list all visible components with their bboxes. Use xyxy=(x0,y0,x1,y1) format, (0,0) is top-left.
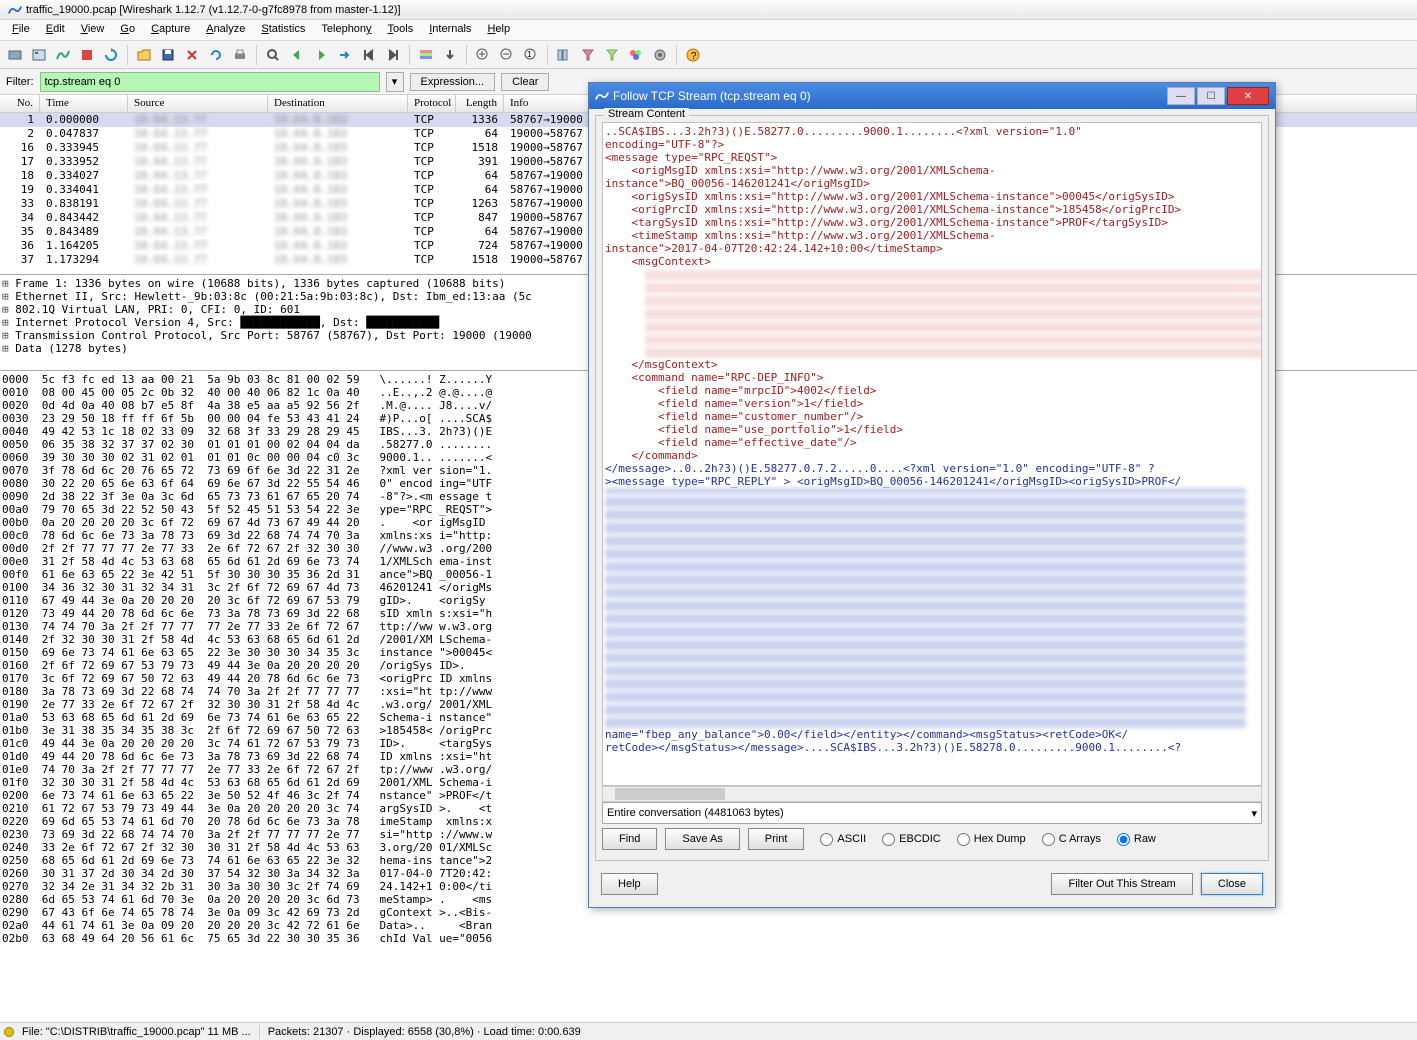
request-text: ..SCA$IBS...3.2h?3)()E.58277.0.........9… xyxy=(605,125,1259,268)
help-button[interactable]: Help xyxy=(601,873,658,895)
window-titlebar: traffic_19000.pcap [Wireshark 1.12.7 (v1… xyxy=(0,0,1417,20)
stream-content-group: Stream Content ..SCA$IBS...3.2h?3)()E.58… xyxy=(595,115,1269,861)
zoom-out-icon[interactable] xyxy=(496,44,518,66)
goto-packet-icon[interactable] xyxy=(334,44,356,66)
zoom-reset-icon[interactable]: 1 xyxy=(520,44,542,66)
find-button[interactable]: Find xyxy=(602,828,657,850)
col-length[interactable]: Length xyxy=(456,95,504,112)
filter-label: Filter: xyxy=(6,76,34,88)
svg-text:1: 1 xyxy=(527,50,532,59)
col-no[interactable]: No. xyxy=(0,95,40,112)
restart-capture-icon[interactable] xyxy=(100,44,122,66)
main-toolbar: 1 ? xyxy=(0,41,1417,69)
col-protocol[interactable]: Protocol xyxy=(408,95,456,112)
filter-out-button[interactable]: Filter Out This Stream xyxy=(1051,873,1192,895)
menu-help[interactable]: Help xyxy=(479,20,518,40)
close-button[interactable]: Close xyxy=(1201,873,1263,895)
menubar: File Edit View Go Capture Analyze Statis… xyxy=(0,20,1417,41)
request-text-2: </msgContext> <command name="RPC-DEP_INF… xyxy=(605,358,1259,462)
col-destination[interactable]: Destination xyxy=(268,95,408,112)
carrays-radio[interactable]: C Arrays xyxy=(1042,833,1101,846)
follow-tcp-stream-dialog: Follow TCP Stream (tcp.stream eq 0) — ☐ … xyxy=(588,82,1276,908)
maximize-button[interactable]: ☐ xyxy=(1197,87,1225,105)
help-icon[interactable]: ? xyxy=(682,44,704,66)
statusbar: File: "C:\DISTRIB\traffic_19000.pcap" 11… xyxy=(0,1022,1417,1040)
reply-text-2: name="fbep_any_balance">0.00</field></en… xyxy=(605,728,1259,754)
hexdump-radio[interactable]: Hex Dump xyxy=(957,833,1026,846)
dialog-title: Follow TCP Stream (tcp.stream eq 0) xyxy=(613,89,811,103)
dialog-titlebar[interactable]: Follow TCP Stream (tcp.stream eq 0) — ☐ … xyxy=(589,83,1275,109)
group-label: Stream Content xyxy=(604,108,689,120)
open-icon[interactable] xyxy=(133,44,155,66)
menu-telephony[interactable]: Telephony xyxy=(313,20,379,40)
dialog-icon xyxy=(595,89,609,103)
save-as-button[interactable]: Save As xyxy=(665,828,739,850)
menu-analyze[interactable]: Analyze xyxy=(198,20,253,40)
clear-button[interactable]: Clear xyxy=(501,73,549,91)
menu-tools[interactable]: Tools xyxy=(380,20,422,40)
save-icon[interactable] xyxy=(157,44,179,66)
chevron-down-icon: ▾ xyxy=(1251,807,1257,820)
svg-text:?: ? xyxy=(691,51,697,62)
options-icon[interactable] xyxy=(28,44,50,66)
capture-filters-icon[interactable] xyxy=(577,44,599,66)
status-packets: Packets: 21307 · Displayed: 6558 (30,8%)… xyxy=(268,1026,581,1038)
colorize-icon[interactable] xyxy=(415,44,437,66)
horizontal-scrollbar[interactable] xyxy=(602,786,1262,802)
menu-file[interactable]: File xyxy=(4,20,38,40)
redacted-block xyxy=(645,268,1262,358)
reload-icon[interactable] xyxy=(205,44,227,66)
close-file-icon[interactable] xyxy=(181,44,203,66)
conversation-selector[interactable]: Entire conversation (4481063 bytes) ▾ xyxy=(602,802,1262,824)
find-icon[interactable] xyxy=(262,44,284,66)
redacted-block-2 xyxy=(605,488,1246,728)
filter-input[interactable] xyxy=(40,72,380,92)
status-file: File: "C:\DISTRIB\traffic_19000.pcap" 11… xyxy=(22,1026,251,1038)
col-time[interactable]: Time xyxy=(40,95,128,112)
menu-internals[interactable]: Internals xyxy=(421,20,479,40)
start-capture-icon[interactable] xyxy=(52,44,74,66)
print-icon[interactable] xyxy=(229,44,251,66)
goto-last-icon[interactable] xyxy=(382,44,404,66)
print-button[interactable]: Print xyxy=(748,828,805,850)
auto-scroll-icon[interactable] xyxy=(439,44,461,66)
menu-go[interactable]: Go xyxy=(112,20,143,40)
ascii-radio[interactable]: ASCII xyxy=(820,833,866,846)
resize-columns-icon[interactable] xyxy=(553,44,575,66)
menu-capture[interactable]: Capture xyxy=(143,20,198,40)
close-window-button[interactable]: ✕ xyxy=(1227,87,1269,105)
filter-dropdown-icon[interactable]: ▾ xyxy=(386,72,404,92)
go-forward-icon[interactable] xyxy=(310,44,332,66)
reply-text: </message>..0..2h?3)()E.58277.0.7.2.....… xyxy=(605,462,1259,488)
stop-capture-icon[interactable] xyxy=(76,44,98,66)
menu-edit[interactable]: Edit xyxy=(38,20,73,40)
go-back-icon[interactable] xyxy=(286,44,308,66)
ebcdic-radio[interactable]: EBCDIC xyxy=(882,833,941,846)
conversation-label: Entire conversation (4481063 bytes) xyxy=(607,807,784,819)
col-source[interactable]: Source xyxy=(128,95,268,112)
zoom-in-icon[interactable] xyxy=(472,44,494,66)
goto-first-icon[interactable] xyxy=(358,44,380,66)
raw-radio[interactable]: Raw xyxy=(1117,833,1156,846)
minimize-button[interactable]: — xyxy=(1167,87,1195,105)
expression-button[interactable]: Expression... xyxy=(410,73,496,91)
menu-statistics[interactable]: Statistics xyxy=(253,20,313,40)
expert-info-icon[interactable] xyxy=(4,1027,14,1037)
coloring-rules-icon[interactable] xyxy=(625,44,647,66)
interfaces-icon[interactable] xyxy=(4,44,26,66)
stream-textarea[interactable]: ..SCA$IBS...3.2h?3)()E.58277.0.........9… xyxy=(602,122,1262,786)
preferences-icon[interactable] xyxy=(649,44,671,66)
window-title: traffic_19000.pcap [Wireshark 1.12.7 (v1… xyxy=(26,4,401,16)
menu-view[interactable]: View xyxy=(73,20,113,40)
app-icon xyxy=(8,3,22,17)
display-filters-icon[interactable] xyxy=(601,44,623,66)
